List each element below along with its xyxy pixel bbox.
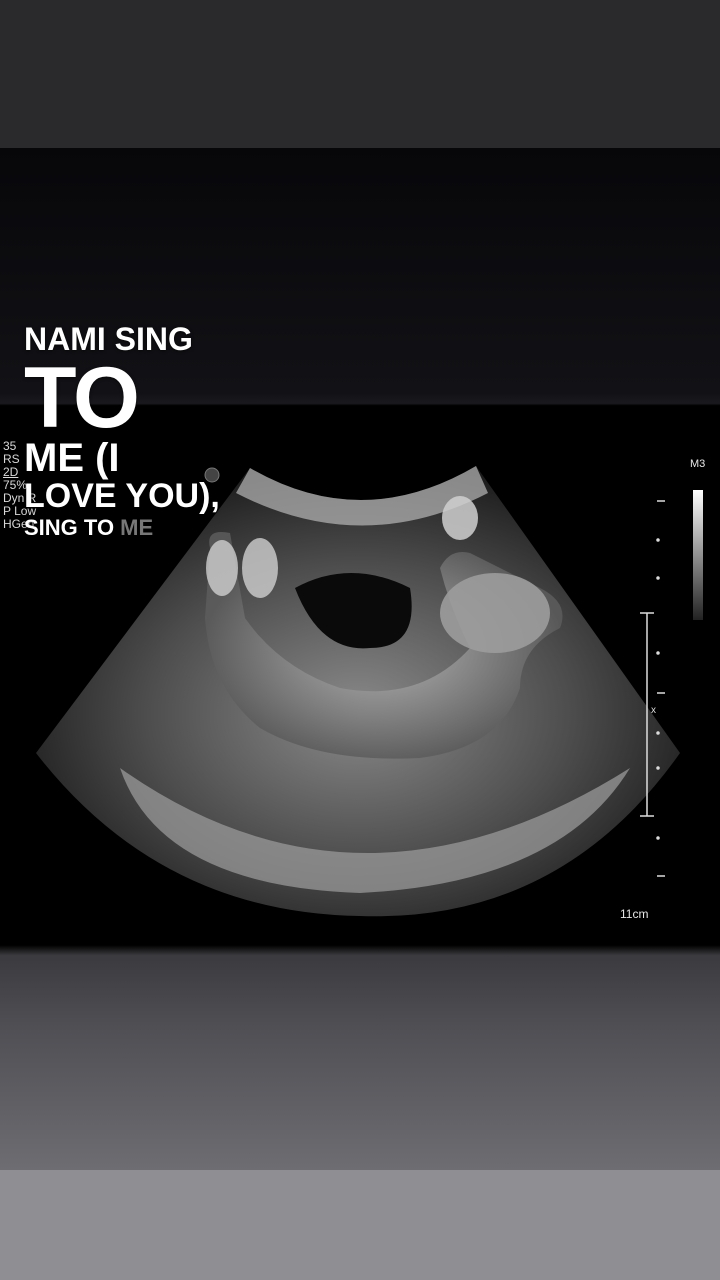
caption-line-2: TO xyxy=(24,350,140,446)
lyrics-caption: NAMI SING TO ME (I LOVE YOU), SING TO ME xyxy=(24,320,220,542)
cat-paw xyxy=(206,540,238,596)
ultrasound-photo: x 35 RS 2D 75% Dyn R P Low HGen M3 11cm xyxy=(0,148,720,1170)
gray-scale-bar xyxy=(693,490,703,620)
cat-paw xyxy=(442,496,478,540)
depth-label: 11cm xyxy=(620,907,649,921)
caption-line-5: SING TO ME xyxy=(24,514,220,542)
cat-head xyxy=(440,573,550,653)
depth-ruler xyxy=(640,500,665,877)
bottom-band xyxy=(0,1170,720,1280)
top-band xyxy=(0,0,720,148)
caption-line-5-dim: ME xyxy=(114,515,154,540)
cat-paw xyxy=(242,538,278,598)
mode-label: M3 xyxy=(690,458,706,470)
ultrasound-scan-image: x xyxy=(36,466,703,917)
svg-text:x: x xyxy=(651,705,656,716)
caption-line-4: LOVE YOU), xyxy=(24,477,220,515)
caption-line-5-bright: SING TO xyxy=(24,515,115,540)
